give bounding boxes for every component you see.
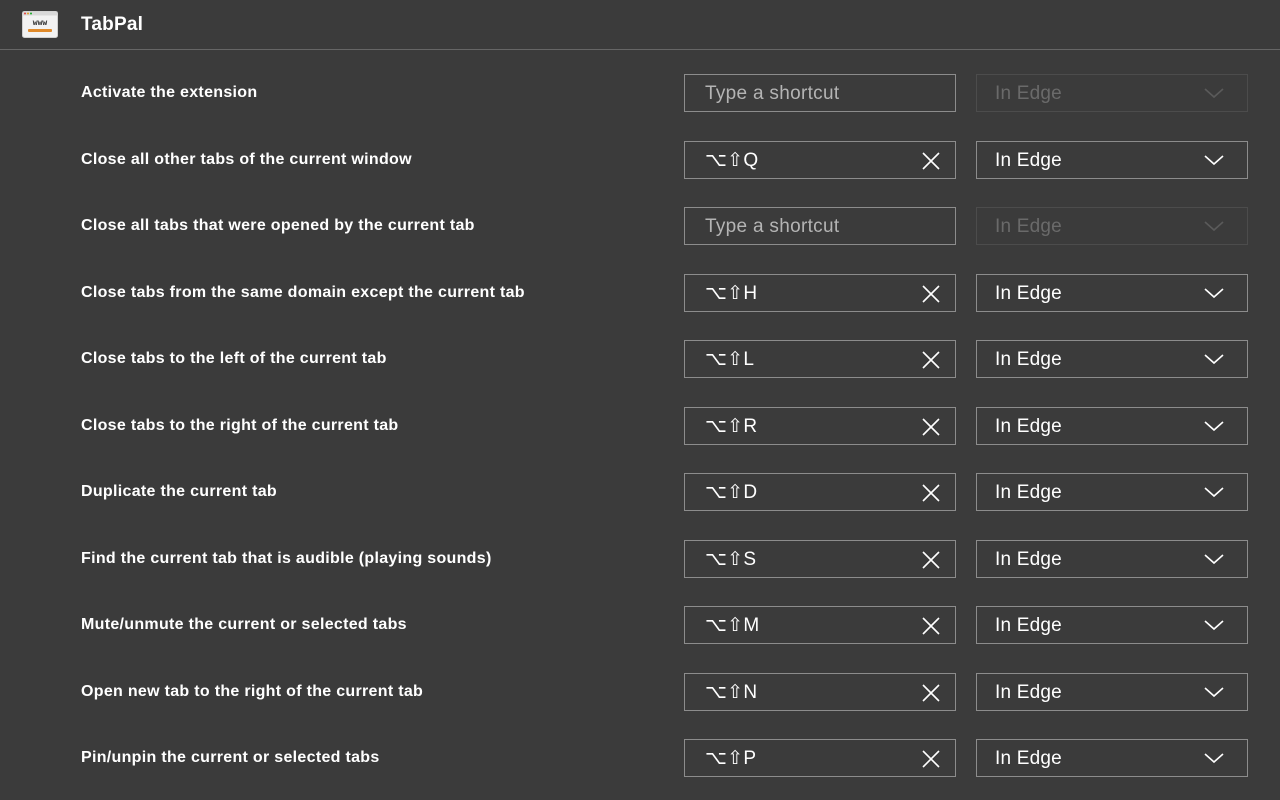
shortcut-value: ⌥⇧H (705, 282, 758, 304)
shortcut-input[interactable]: ⌥⇧L (684, 340, 956, 378)
shortcut-value: ⌥⇧N (705, 681, 758, 703)
shortcut-row: Pin/unpin the current or selected tabs ⌥… (0, 725, 1280, 792)
scope-select: In Edge (976, 207, 1248, 245)
scope-value: In Edge (995, 349, 1062, 370)
shortcut-value: ⌥⇧D (705, 482, 758, 503)
shortcut-input[interactable]: ⌥⇧S (684, 539, 956, 578)
close-icon[interactable] (921, 749, 941, 769)
shortcut-row: Close all tabs that were opened by the c… (0, 193, 1280, 260)
command-label: Open new tab to the right of the current… (81, 682, 424, 700)
command-label: Mute/unmute the current or selected tabs (81, 616, 407, 633)
chevron-down-icon (1204, 420, 1224, 431)
shortcut-input[interactable]: ⌥⇧D (684, 473, 956, 511)
shortcut-input[interactable]: Type a shortcut (684, 207, 956, 245)
scope-select[interactable]: In Edge (976, 739, 1248, 777)
scope-value: In Edge (995, 748, 1062, 769)
command-label: Pin/unpin the current or selected tabs (81, 749, 380, 766)
shortcut-input[interactable]: ⌥⇧P (684, 739, 956, 777)
close-icon[interactable] (921, 151, 941, 171)
shortcut-input[interactable]: ⌥⇧R (684, 406, 956, 445)
shortcut-row: Find the current tab that is audible (pl… (0, 526, 1280, 593)
app-header: www TabPal (0, 0, 1280, 50)
scope-select[interactable]: In Edge (976, 273, 1248, 312)
close-icon[interactable] (921, 350, 941, 370)
shortcut-row: Activate the extension Type a shortcut I… (0, 60, 1280, 127)
scope-value: In Edge (995, 681, 1062, 703)
chevron-down-icon (1204, 620, 1224, 631)
shortcut-value: ⌥⇧R (705, 415, 758, 437)
shortcut-row: Mute/unmute the current or selected tabs… (0, 592, 1280, 659)
chevron-down-icon (1204, 154, 1224, 165)
scope-select[interactable]: In Edge (976, 539, 1248, 578)
shortcut-value: ⌥⇧Q (705, 149, 759, 171)
scope-select[interactable]: In Edge (976, 672, 1248, 711)
svg-text:www: www (33, 18, 48, 27)
scope-select[interactable]: In Edge (976, 606, 1248, 644)
shortcut-row: Duplicate the current tab ⌥⇧D In Edge (0, 459, 1280, 526)
chevron-down-icon (1204, 553, 1224, 564)
chevron-down-icon (1204, 354, 1224, 365)
scope-select[interactable]: In Edge (976, 406, 1248, 445)
chevron-down-icon (1204, 487, 1224, 498)
shortcut-row: Close tabs to the left of the current ta… (0, 326, 1280, 393)
shortcut-row: Open new tab to the right of the current… (0, 659, 1280, 726)
command-label: Close tabs to the right of the current t… (81, 416, 399, 434)
scope-value: In Edge (995, 83, 1062, 104)
shortcut-input[interactable]: ⌥⇧M (684, 606, 956, 644)
shortcut-placeholder: Type a shortcut (705, 216, 840, 237)
command-label: Find the current tab that is audible (pl… (81, 549, 492, 567)
browser-window-icon: www (22, 11, 58, 38)
shortcut-row: Close tabs to the right of the current t… (0, 393, 1280, 460)
shortcut-list: Activate the extension Type a shortcut I… (0, 60, 1280, 792)
chevron-down-icon (1204, 753, 1224, 764)
scope-value: In Edge (995, 615, 1062, 636)
close-icon[interactable] (921, 284, 941, 304)
command-label: Close tabs to the left of the current ta… (81, 350, 387, 367)
scope-select[interactable]: In Edge (976, 473, 1248, 511)
scope-value: In Edge (995, 216, 1062, 237)
scope-select: In Edge (976, 74, 1248, 112)
shortcut-input[interactable]: Type a shortcut (684, 74, 956, 112)
scope-value: In Edge (995, 548, 1062, 570)
scope-select[interactable]: In Edge (976, 140, 1248, 179)
scope-value: In Edge (995, 415, 1062, 437)
scope-value: In Edge (995, 482, 1062, 503)
scope-select[interactable]: In Edge (976, 340, 1248, 378)
close-icon[interactable] (921, 683, 941, 703)
shortcut-input[interactable]: ⌥⇧Q (684, 140, 956, 179)
close-icon[interactable] (921, 417, 941, 437)
scope-value: In Edge (995, 282, 1062, 304)
command-label: Activate the extension (81, 84, 258, 101)
shortcut-input[interactable]: ⌥⇧H (684, 273, 956, 312)
command-label: Close all tabs that were opened by the c… (81, 217, 475, 234)
command-label: Close all other tabs of the current wind… (81, 150, 412, 168)
shortcut-value: ⌥⇧M (705, 615, 760, 636)
shortcut-row: Close tabs from the same domain except t… (0, 260, 1280, 327)
chevron-down-icon (1204, 686, 1224, 697)
app-title: TabPal (81, 14, 144, 35)
chevron-down-icon (1204, 287, 1224, 298)
command-label: Duplicate the current tab (81, 483, 277, 500)
close-icon[interactable] (921, 616, 941, 636)
shortcut-input[interactable]: ⌥⇧N (684, 672, 956, 711)
command-label: Close tabs from the same domain except t… (81, 283, 525, 301)
shortcut-value: ⌥⇧L (705, 349, 755, 370)
shortcut-value: ⌥⇧S (705, 548, 757, 570)
close-icon[interactable] (921, 550, 941, 570)
shortcut-placeholder: Type a shortcut (705, 83, 840, 104)
shortcut-row: Close all other tabs of the current wind… (0, 127, 1280, 194)
close-icon[interactable] (921, 483, 941, 503)
chevron-down-icon (1204, 221, 1224, 232)
shortcut-value: ⌥⇧P (705, 748, 757, 769)
chevron-down-icon (1204, 88, 1224, 99)
scope-value: In Edge (995, 149, 1062, 171)
